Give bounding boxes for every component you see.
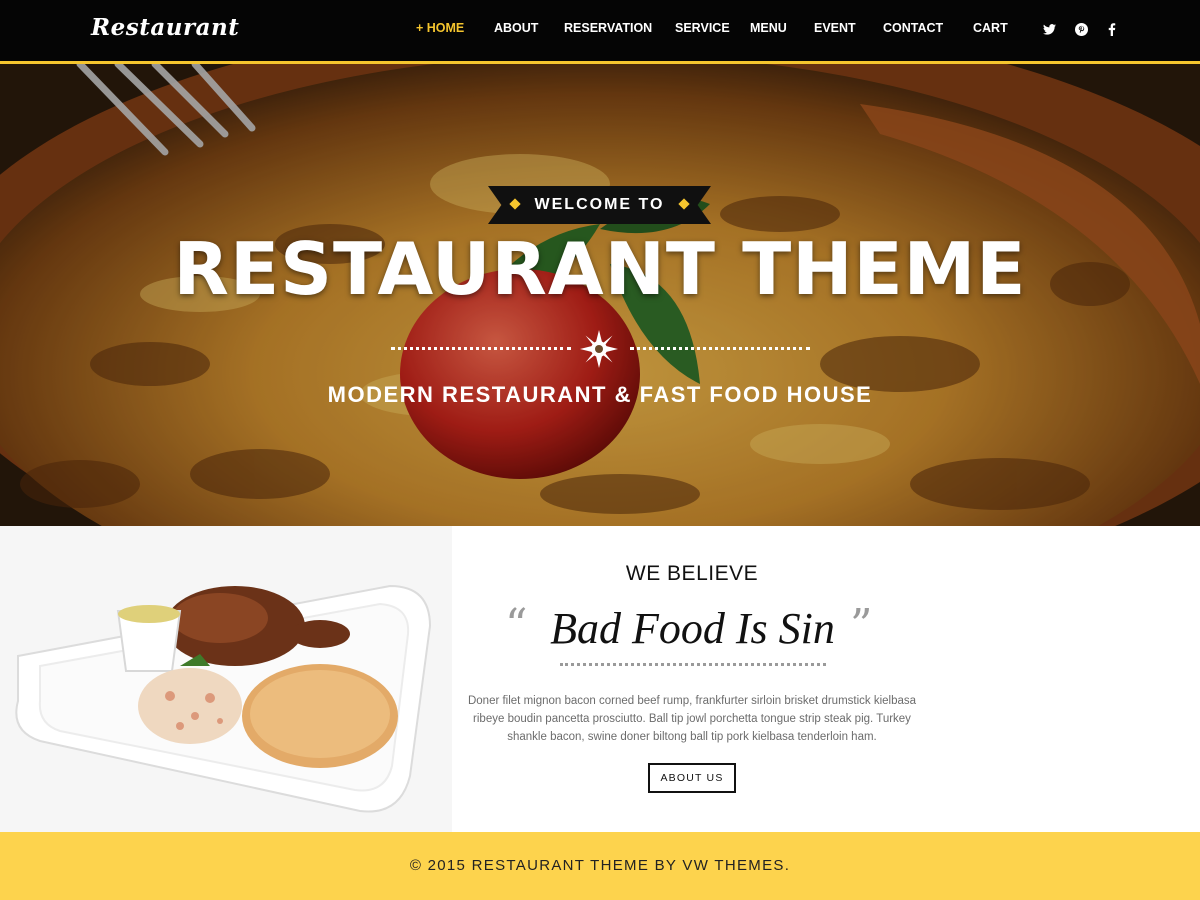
about-heading: WE BELIEVE xyxy=(625,562,759,585)
footer-copyright: © 2015 RESTAURANT THEME BY VW THEMES. xyxy=(409,857,791,874)
footer: © 2015 RESTAURANT THEME BY VW THEMES. xyxy=(0,832,1200,900)
welcome-text: WELCOME TO xyxy=(534,196,665,213)
facebook-icon[interactable] xyxy=(1104,21,1120,37)
nav-item-cart[interactable]: CART xyxy=(973,21,1008,35)
pinterest-icon[interactable] xyxy=(1073,21,1089,37)
quote-close-icon: ” xyxy=(850,600,873,651)
twitter-icon[interactable] xyxy=(1041,21,1057,37)
flower-icon xyxy=(580,330,618,368)
nav-item-menu[interactable]: MENU xyxy=(750,21,787,35)
hero-title: RESTAURANT THEME xyxy=(173,227,1027,311)
about-quote: Bad Food Is Sin xyxy=(550,604,835,653)
quote-open-icon: “ xyxy=(505,600,528,651)
diamond-icon xyxy=(509,198,521,210)
nav-item-event[interactable]: EVENT xyxy=(814,21,856,35)
about-divider xyxy=(560,663,826,666)
hero-subtitle: MODERN RESTAURANT & FAST FOOD HOUSE xyxy=(327,382,873,407)
top-navbar: Restaurant + HOME ABOUT RESERVATION SERV… xyxy=(0,0,1200,64)
nav-item-reservation[interactable]: RESERVATION xyxy=(564,21,652,35)
site-logo[interactable]: Restaurant xyxy=(91,14,239,41)
hero-banner: WELCOME TO RESTAURANT THEME MODERN RESTA… xyxy=(0,64,1200,526)
nav-item-about[interactable]: ABOUT xyxy=(494,21,538,35)
nav-item-home[interactable]: + HOME xyxy=(416,21,464,35)
hero-divider-right xyxy=(630,347,810,350)
about-us-button[interactable]: ABOUT US xyxy=(648,763,736,793)
about-body-text: Doner filet mignon bacon corned beef rum… xyxy=(467,695,917,743)
diamond-icon xyxy=(678,198,690,210)
food-plate-image xyxy=(0,526,452,832)
hero-divider-left xyxy=(391,347,571,350)
nav-item-contact[interactable]: CONTACT xyxy=(883,21,943,35)
welcome-ribbon: WELCOME TO xyxy=(488,186,711,224)
nav-item-service[interactable]: SERVICE xyxy=(675,21,730,35)
